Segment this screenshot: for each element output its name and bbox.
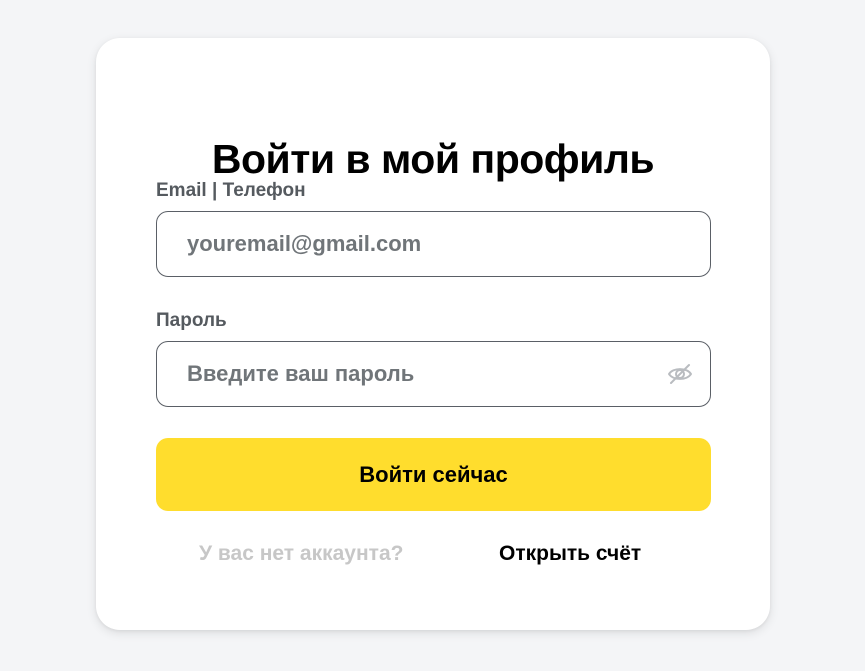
email-label: Email | Телефон xyxy=(156,180,306,201)
email-field[interactable] xyxy=(187,212,657,276)
password-field-wrapper[interactable] xyxy=(156,341,711,407)
email-field-wrapper[interactable] xyxy=(156,211,711,277)
eye-off-icon[interactable] xyxy=(666,360,694,388)
password-label: Пароль xyxy=(156,310,227,331)
login-card: Войти в мой профиль Email | Телефон Паро… xyxy=(96,38,770,630)
page-title: Войти в мой профиль xyxy=(211,136,655,182)
password-field[interactable] xyxy=(187,342,657,406)
login-submit-button[interactable]: Войти сейчас xyxy=(156,438,711,511)
open-account-link[interactable]: Открыть счёт xyxy=(499,542,641,566)
no-account-text: У вас нет аккаунта? xyxy=(199,542,404,565)
